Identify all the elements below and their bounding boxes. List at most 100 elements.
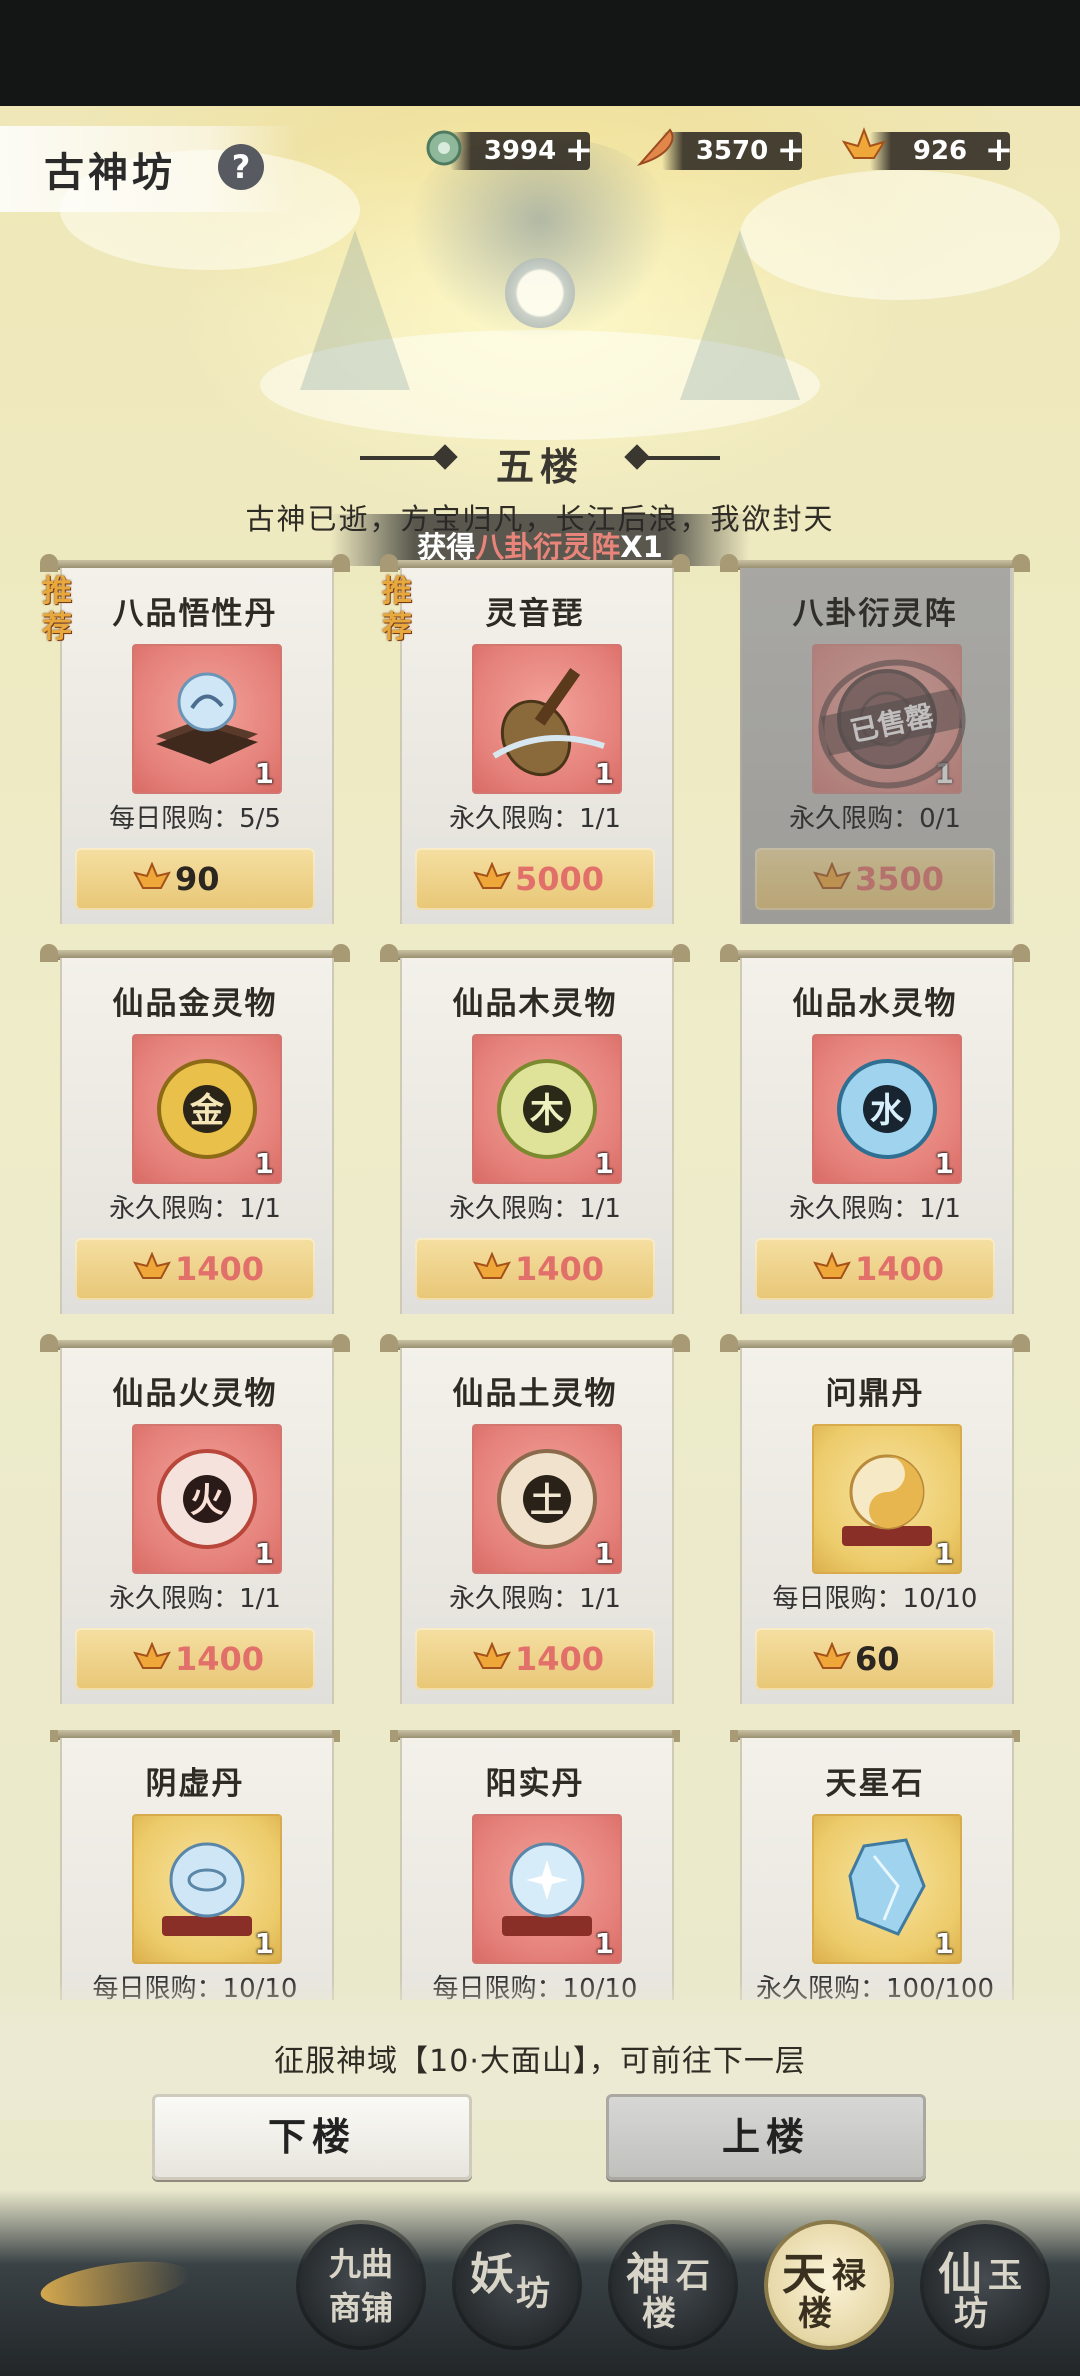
shop-item-card[interactable]: 仙品水灵物 水 1 永久限购：1/1 1400 (720, 944, 1030, 1314)
nav-label-main: 神 (626, 2249, 670, 2300)
item-icon-frame[interactable]: 土 1 (472, 1424, 622, 1574)
element-glyph: 木 (529, 1091, 564, 1131)
item-icon-frame[interactable]: 1 (132, 644, 282, 794)
shop-item-card[interactable]: 仙品火灵物 火 1 永久限购：1/1 1400 (40, 1334, 350, 1704)
go-upstairs-button[interactable]: 上楼 (606, 2094, 926, 2180)
buy-button[interactable]: 1400 (755, 1238, 995, 1300)
purchase-limit: 永久限购：1/1 (109, 1194, 281, 1224)
buy-button[interactable]: 1400 (415, 1628, 655, 1690)
sold-out-overlay (740, 568, 1010, 924)
shop-item-card[interactable]: 问鼎丹 1 每日限购：10/10 60 (720, 1334, 1030, 1704)
recommend-char: 荐 (42, 610, 72, 645)
recommend-tag: 推荐 (382, 574, 422, 646)
item-quantity: 1 (934, 1537, 954, 1570)
price-value: 1400 (175, 1640, 265, 1678)
item-name: 仙品火灵物 (112, 1376, 278, 1412)
buy-button[interactable]: 5000 (415, 848, 655, 910)
page-title: 古神坊 (44, 149, 176, 196)
nav-label-line: 商铺 (328, 2289, 393, 2327)
shop-item-card[interactable]: 天星石 1 永久限购：100/100 (730, 1730, 1020, 2000)
shop-item-card[interactable]: 仙品土灵物 土 1 永久限购：1/1 1400 (380, 1334, 690, 1704)
item-icon-frame[interactable]: 1 (812, 1424, 962, 1574)
shop-item-card[interactable]: 阳实丹 1 每日限购：10/10 (390, 1730, 680, 2000)
item-name: 仙品金灵物 (112, 986, 278, 1022)
currency-value: 926 (912, 136, 968, 166)
shop-item-card[interactable]: 仙品木灵物 木 1 永久限购：1/1 1400 (380, 944, 690, 1314)
shop-item-card[interactable]: 阴虚丹 1 每日限购：10/10 (50, 1730, 340, 2000)
glowing-orb (505, 258, 575, 328)
nav-label-sub: 玉 (988, 2256, 1022, 2296)
nav-label-sub: 石 (676, 2256, 710, 2296)
buy-button[interactable]: 1400 (75, 1238, 315, 1300)
nav-label-extra: 坊 (954, 2294, 988, 2334)
lotus-coin-icon (473, 1252, 511, 1279)
price-value: 1400 (855, 1250, 945, 1288)
shop-item-card[interactable]: 仙品金灵物 金 1 永久限购：1/1 1400 (40, 944, 350, 1314)
lotus-coin-icon (133, 862, 171, 889)
price-value: 60 (855, 1640, 900, 1678)
buy-button[interactable]: 90 (75, 848, 315, 910)
item-quantity: 1 (594, 1537, 614, 1570)
buy-button[interactable]: 60 (755, 1628, 995, 1690)
item-quantity: 1 (934, 1147, 954, 1180)
go-downstairs-button[interactable]: 下楼 (152, 2094, 472, 2180)
nav-xianyu-fang[interactable]: 仙 玉 坊 (924, 2224, 1046, 2346)
item-quantity: 1 (254, 1927, 274, 1960)
purchase-limit: 永久限购：1/1 (449, 804, 621, 834)
nav-label: 九曲 商铺 (310, 2242, 412, 2330)
buy-button[interactable]: 1400 (75, 1628, 315, 1690)
purchase-limit: 永久限购：1/1 (109, 1584, 281, 1614)
toast-item: 八卦衍灵阵 (475, 530, 621, 564)
nav-yao-fang[interactable]: 妖 坊 (456, 2224, 578, 2346)
shop-item-card[interactable]: 灵音琵 推荐 1 永久限购：1/1 5000 (380, 554, 690, 924)
shop-item-card-sold-out[interactable]: 八卦衍灵阵 1 已售罄 永久限购：0/1 3500 (720, 554, 1030, 924)
toast-prefix: 获得 (417, 530, 476, 564)
add-currency-button[interactable]: + (982, 132, 1016, 170)
item-icon-frame[interactable]: 1 (812, 1814, 962, 1964)
add-currency-button[interactable]: + (562, 132, 596, 170)
add-currency-button[interactable]: + (774, 132, 808, 170)
recommend-char: 荐 (382, 610, 412, 645)
nav-label-sub: 禄 (832, 2256, 866, 2296)
item-icon-frame[interactable]: 水 1 (812, 1034, 962, 1184)
element-glyph: 水 (870, 1091, 905, 1131)
item-name: 仙品木灵物 (452, 986, 618, 1022)
lotus-coin-icon (813, 1642, 851, 1669)
item-name: 阳实丹 (485, 1766, 585, 1802)
item-icon-frame[interactable]: 火 1 (132, 1424, 282, 1574)
currency-value: 3994 (483, 136, 557, 166)
nav-label-main: 天 (782, 2249, 826, 2300)
nav-shenshi-lou[interactable]: 神 石 楼 (612, 2224, 734, 2346)
item-name: 仙品土灵物 (452, 1376, 618, 1412)
item-quantity: 1 (594, 757, 614, 790)
item-quantity: 1 (254, 1537, 274, 1570)
item-quantity: 1 (594, 1927, 614, 1960)
item-icon-frame[interactable]: 金 1 (132, 1034, 282, 1184)
element-glyph: 土 (530, 1481, 564, 1521)
nav-label-extra: 楼 (642, 2294, 676, 2334)
toast-suffix: X1 (620, 530, 663, 564)
purchase-limit: 永久限购：1/1 (789, 1194, 961, 1224)
element-glyph: 火 (190, 1481, 224, 1521)
item-icon-frame[interactable]: 木 1 (472, 1034, 622, 1184)
item-icon-frame[interactable]: 1 (472, 644, 622, 794)
nav-jiuqu-shop[interactable]: 九曲 商铺 (300, 2224, 422, 2346)
buy-button[interactable]: 1400 (415, 1238, 655, 1300)
cloud-decor (740, 170, 1060, 300)
item-name: 阴虚丹 (145, 1766, 245, 1802)
purchase-limit: 每日限购：5/5 (109, 804, 281, 834)
purchase-limit: 永久限购：1/1 (449, 1584, 621, 1614)
lotus-coin-icon (473, 1642, 511, 1669)
floor-title: 五楼 (495, 444, 584, 489)
jade-icon (426, 130, 462, 166)
shop-item-card[interactable]: 八品悟性丹 推荐 1 每日限购：5/5 90 (40, 554, 350, 924)
item-icon-frame[interactable]: 1 (132, 1814, 282, 1964)
help-button[interactable]: ? (218, 144, 264, 190)
nav-tianlu-lou[interactable]: 天 禄 楼 (768, 2224, 890, 2346)
price-value: 1400 (515, 1250, 605, 1288)
item-icon-frame[interactable]: 1 (472, 1814, 622, 1964)
nav-label-line: 九曲 (328, 2245, 393, 2283)
price-value: 90 (175, 860, 220, 898)
item-name: 天星石 (825, 1766, 925, 1802)
nav-label-sub: 坊 (516, 2274, 550, 2314)
